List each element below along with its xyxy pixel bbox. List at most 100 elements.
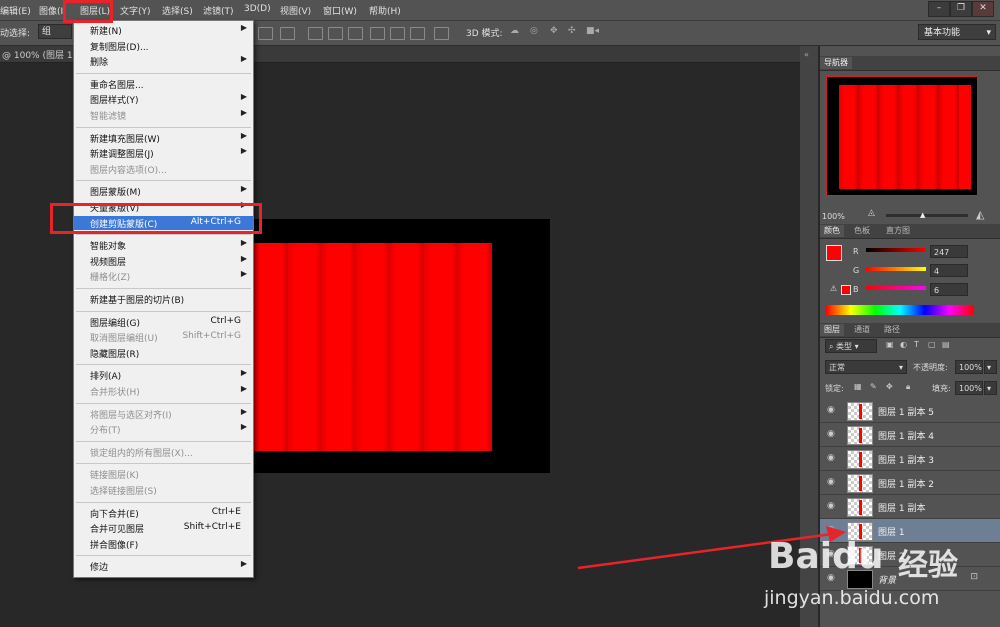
foreground-color-swatch[interactable] [826, 245, 842, 261]
r-slider[interactable] [866, 248, 926, 252]
distribute-right-icon[interactable] [410, 27, 425, 40]
filter-pixel-icon[interactable]: ▣ [886, 340, 894, 349]
lock-move-icon[interactable]: ✥ [886, 382, 893, 391]
lock-paint-icon[interactable]: ✎ [870, 382, 877, 391]
submenu-arrow-icon: ▶ [240, 238, 247, 248]
menu-item[interactable]: 复制图层(D)... [74, 39, 253, 53]
blend-mode-dropdown[interactable]: 正常 ▾ [825, 360, 907, 374]
tab-navigator[interactable]: 导航器 [820, 57, 852, 69]
menu-3d[interactable]: 3D(D) [244, 4, 271, 14]
3d-scale-icon[interactable]: ■◂ [586, 26, 599, 36]
menu-item[interactable]: 重命名图层... [74, 77, 253, 91]
menu-select[interactable]: 选择(S) [162, 4, 193, 17]
menu-edit[interactable]: 编辑(E) [0, 4, 31, 17]
menu-item[interactable]: 向下合并(E) Ctrl+E [74, 506, 253, 520]
tab-swatches[interactable]: 色板 [850, 225, 874, 237]
opacity-field[interactable]: 100% [955, 360, 983, 374]
visibility-eye-icon[interactable]: ◉ [827, 501, 835, 511]
menu-item[interactable]: 拼合图像(F) [74, 537, 253, 551]
menu-filter[interactable]: 滤镜(T) [203, 4, 234, 17]
visibility-eye-icon[interactable]: ◉ [827, 405, 835, 415]
menu-item-label: 向下合并(E) [90, 509, 139, 520]
layer-row[interactable]: ◉ 图层 1 副本 2 [820, 471, 1000, 495]
fill-field[interactable]: 100% [955, 381, 983, 395]
zoom-slider-handle[interactable]: ▲ [920, 211, 925, 219]
menu-window[interactable]: 窗口(W) [323, 4, 357, 17]
tab-channels[interactable]: 通道 [850, 324, 874, 336]
layer-filter-dropdown[interactable]: ⌕ 类型 ▾ [825, 339, 877, 353]
zoom-slider[interactable] [886, 214, 968, 217]
layer-row[interactable]: ◉ 图层 1 副本 [820, 495, 1000, 519]
menu-item[interactable]: 图层样式(Y) ▶ [74, 92, 253, 106]
layer-row[interactable]: ◉ 图层 1 副本 5 [820, 399, 1000, 423]
tab-paths[interactable]: 路径 [880, 324, 904, 336]
menu-item[interactable]: 合并可见图层 Shift+Ctrl+E [74, 521, 253, 535]
b-value-field[interactable]: 6 [930, 283, 968, 296]
align-top-icon[interactable] [258, 27, 273, 40]
filter-type-icon[interactable]: T [914, 340, 919, 349]
menu-item[interactable]: 修边 ▶ [74, 559, 253, 573]
navigator-zoom[interactable]: 100% [822, 212, 845, 221]
menu-separator [76, 463, 251, 465]
lock-transparent-icon[interactable]: ▦ [854, 382, 862, 391]
menu-item[interactable]: 图层编组(G) Ctrl+G [74, 315, 253, 329]
filter-smart-icon[interactable]: ▤ [942, 340, 950, 349]
distribute-left-icon[interactable] [370, 27, 385, 40]
gamut-warning-icon[interactable]: ⚠ [830, 284, 837, 293]
restore-button[interactable]: ❐ [950, 1, 972, 17]
gamut-color-swatch[interactable] [841, 285, 851, 295]
navigator-thumbnail[interactable] [826, 76, 978, 196]
canvas-red-stripes[interactable] [254, 243, 492, 451]
zoom-in-icon[interactable]: ◭ [976, 208, 984, 221]
menu-item[interactable]: 智能对象 ▶ [74, 238, 253, 252]
minimize-button[interactable]: – [928, 1, 950, 17]
visibility-eye-icon[interactable]: ◉ [827, 453, 835, 463]
fill-dropdown-icon[interactable]: ▾ [984, 381, 997, 395]
3d-pan-icon[interactable]: ✥ [550, 26, 558, 36]
tab-histogram[interactable]: 直方图 [882, 225, 914, 237]
g-value-field[interactable]: 4 [930, 264, 968, 277]
g-slider[interactable] [866, 267, 926, 271]
menu-item[interactable]: 新建填充图层(W) ▶ [74, 131, 253, 145]
menu-item-label: 重命名图层... [90, 80, 144, 91]
distribute-bottom-icon[interactable] [348, 27, 363, 40]
collapse-panels-icon[interactable]: « [804, 50, 809, 59]
distribute-hcenter-icon[interactable] [390, 27, 405, 40]
tab-color[interactable]: 颜色 [820, 225, 844, 237]
tab-layers[interactable]: 图层 [820, 324, 844, 336]
menu-type[interactable]: 文字(Y) [120, 4, 151, 17]
filter-shape-icon[interactable]: ▢ [928, 340, 936, 349]
menu-help[interactable]: 帮助(H) [369, 4, 401, 17]
visibility-eye-icon[interactable]: ◉ [827, 477, 835, 487]
3d-roll-icon[interactable]: ◎ [530, 26, 538, 36]
menu-item[interactable]: 新建基于图层的切片(B) [74, 292, 253, 306]
filter-adjustment-icon[interactable]: ◐ [900, 340, 907, 349]
zoom-out-icon[interactable]: ◬ [868, 208, 875, 218]
auto-align-icon[interactable] [434, 27, 449, 40]
menu-item[interactable]: 新建调整图层(J) ▶ [74, 146, 253, 160]
workspace-dropdown[interactable]: 基本功能 ▾ [918, 24, 996, 40]
align-vcenter-icon[interactable] [280, 27, 295, 40]
close-button[interactable]: ✕ [972, 1, 994, 17]
auto-select-dropdown[interactable]: 组 [38, 24, 72, 39]
menu-item[interactable]: 排列(A) ▶ [74, 368, 253, 382]
color-spectrum-bar[interactable] [826, 305, 974, 315]
opacity-dropdown-icon[interactable]: ▾ [984, 360, 997, 374]
menu-item[interactable]: 图层蒙版(M) ▶ [74, 184, 253, 198]
menu-item[interactable]: 删除 ▶ [74, 54, 253, 68]
menu-item[interactable]: 新建(N) ▶ [74, 23, 253, 37]
3d-rotate-icon[interactable]: ☁ [510, 26, 519, 36]
menu-item[interactable]: 视频图层 ▶ [74, 254, 253, 268]
menu-view[interactable]: 视图(V) [280, 4, 311, 17]
menu-item[interactable]: 隐藏图层(R) [74, 346, 253, 360]
3d-slide-icon[interactable]: ✣ [568, 26, 576, 36]
menu-item-label: 图层蒙版(M) [90, 188, 141, 199]
visibility-eye-icon[interactable]: ◉ [827, 429, 835, 439]
distribute-top-icon[interactable] [308, 27, 323, 40]
b-slider[interactable] [866, 286, 926, 290]
layer-row[interactable]: ◉ 图层 1 副本 3 [820, 447, 1000, 471]
distribute-vcenter-icon[interactable] [328, 27, 343, 40]
r-value-field[interactable]: 247 [930, 245, 968, 258]
layer-row[interactable]: ◉ 图层 1 副本 4 [820, 423, 1000, 447]
lock-all-icon[interactable]: 🔒︎ [906, 382, 910, 392]
